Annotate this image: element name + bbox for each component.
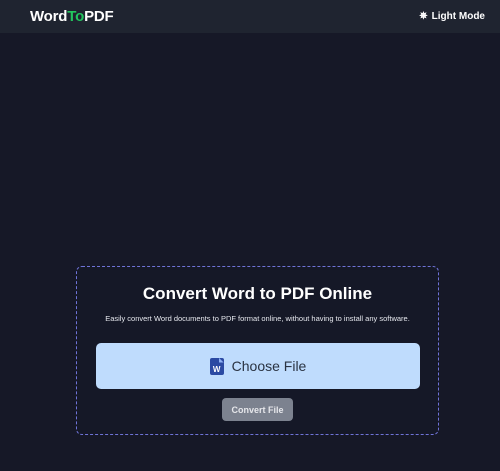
sun-icon: ✵	[419, 10, 428, 22]
light-mode-toggle[interactable]: ✵ Light Mode	[419, 11, 485, 22]
light-mode-label: Light Mode	[431, 11, 485, 22]
logo-word: Word	[30, 8, 68, 25]
logo-pdf: PDF	[84, 8, 114, 25]
convert-file-button[interactable]: Convert File	[222, 398, 293, 421]
choose-file-label: Choose File	[231, 358, 307, 374]
site-logo[interactable]: WordToPDF	[30, 8, 114, 25]
choose-file-button[interactable]: W Choose File	[96, 343, 420, 389]
converter-subtitle: Easily convert Word documents to PDF for…	[105, 314, 410, 323]
top-navbar: WordToPDF ✵ Light Mode	[0, 0, 500, 33]
logo-to: To	[67, 8, 85, 25]
converter-card: Convert Word to PDF Online Easily conver…	[76, 266, 439, 435]
converter-title: Convert Word to PDF Online	[142, 284, 373, 303]
word-document-icon: W	[209, 357, 224, 375]
